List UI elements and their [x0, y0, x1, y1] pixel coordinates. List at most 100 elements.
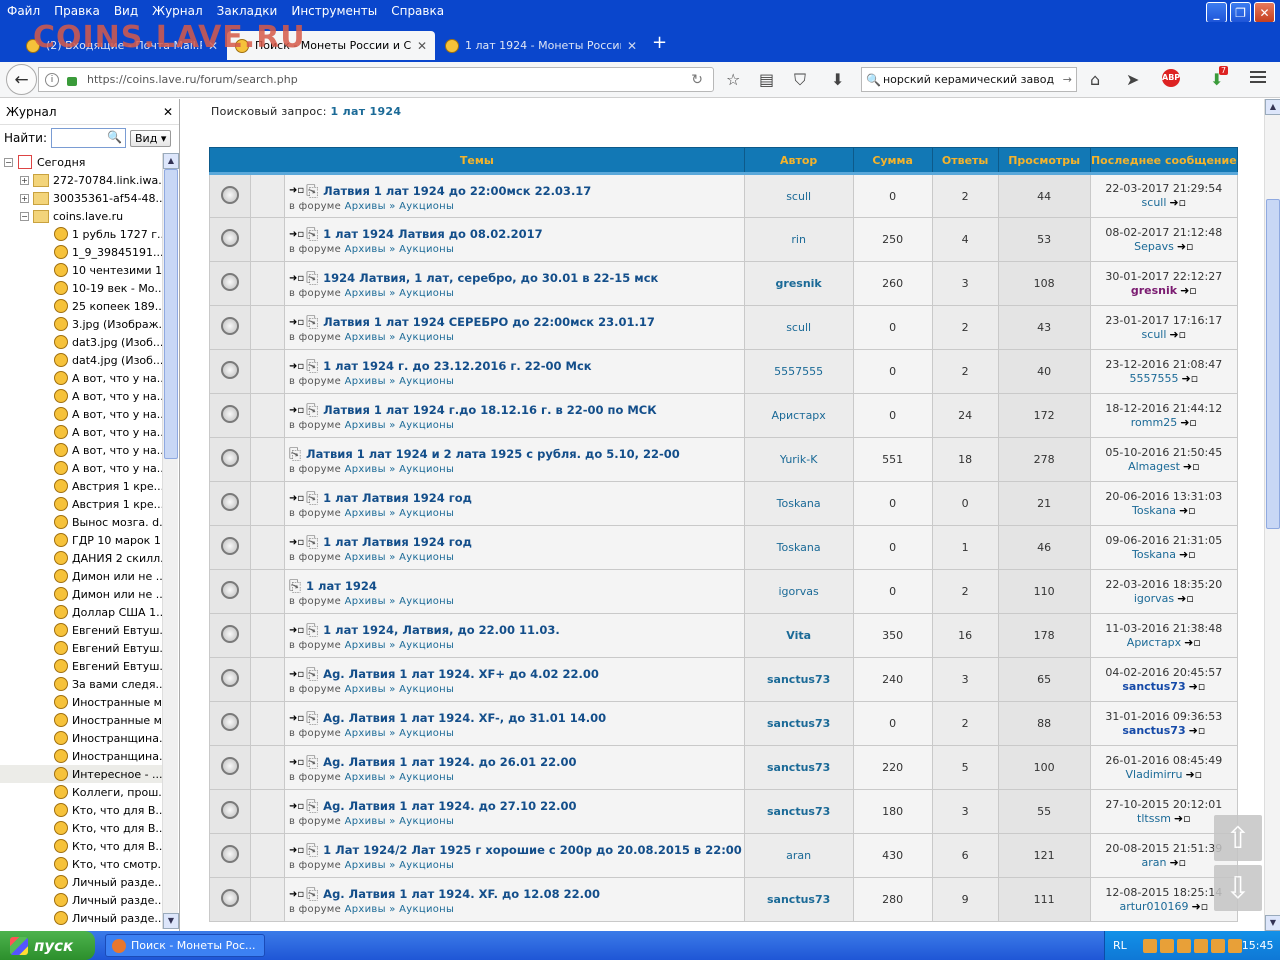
topic-title-link[interactable]: Ag. Латвия 1 лат 1924. XF+ до 4.02 22.00: [323, 667, 599, 681]
last-post-author[interactable]: tltssm: [1137, 812, 1171, 825]
scroll-up-icon[interactable]: ▲: [163, 153, 179, 169]
author-link[interactable]: scull: [743, 305, 854, 350]
go-to-post-icon[interactable]: ➜▫: [289, 713, 304, 724]
go-to-last-post-icon[interactable]: ➜▫: [1179, 504, 1196, 517]
history-item[interactable]: +30035361-af54-48...: [0, 189, 162, 207]
last-post-author[interactable]: artur010169: [1119, 900, 1188, 913]
topic-title-link[interactable]: 1 Лат 1924/2 Лат 1925 г хорошие с 200р д…: [323, 843, 742, 857]
menu-item[interactable]: Инструменты: [284, 4, 384, 18]
forum-link[interactable]: Архивы » Аукционы: [345, 596, 455, 607]
author-link[interactable]: gresnik: [743, 261, 854, 306]
author-link[interactable]: igorvas: [743, 569, 854, 614]
history-item[interactable]: − coins.lave.ru: [0, 207, 162, 225]
author-link[interactable]: 5557555: [743, 349, 854, 394]
find-input[interactable]: 🔍: [51, 128, 127, 148]
adblock-icon[interactable]: ABP: [1162, 69, 1180, 87]
scroll-up-icon[interactable]: ▲: [1265, 99, 1280, 115]
col-topics[interactable]: Темы: [209, 147, 745, 175]
forum-link[interactable]: Архивы » Аукционы: [345, 860, 455, 871]
tab-topic[interactable]: 1 лат 1924 - Монеты России... ✕: [437, 31, 645, 60]
go-to-post-icon[interactable]: ➜▫: [289, 669, 304, 680]
history-item[interactable]: 25 копеек 189...: [0, 297, 162, 315]
topic-title-link[interactable]: 1 лат 1924: [306, 579, 377, 593]
go-to-last-post-icon[interactable]: ➜▫: [1179, 548, 1196, 561]
history-item[interactable]: Личный разде...: [0, 891, 162, 909]
author-link[interactable]: sanctus73: [743, 657, 854, 702]
go-to-last-post-icon[interactable]: ➜▫: [1183, 460, 1200, 473]
go-to-last-post-icon[interactable]: ➜▫: [1185, 768, 1202, 781]
forum-link[interactable]: Архивы » Аукционы: [345, 552, 455, 563]
history-item[interactable]: dat4.jpg (Изоб...: [0, 351, 162, 369]
go-to-last-post-icon[interactable]: ➜▫: [1180, 284, 1197, 297]
bookmark-star-icon[interactable]: ☆: [726, 70, 740, 89]
topic-title-link[interactable]: 1 лат Латвия 1924 год: [323, 491, 472, 505]
close-tab-icon[interactable]: ✕: [208, 39, 218, 53]
go-to-post-icon[interactable]: ➜▫: [289, 537, 304, 548]
search-go-icon[interactable]: →: [1063, 73, 1072, 86]
last-post-author[interactable]: aran: [1141, 856, 1166, 869]
history-item[interactable]: ГДР 10 марок 1...: [0, 531, 162, 549]
minimize-button[interactable]: _: [1206, 2, 1227, 23]
tab-mail[interactable]: (2) Входящие - Почта Mail.Ru ✕: [18, 31, 226, 60]
menu-item[interactable]: Правка: [47, 4, 107, 18]
go-to-last-post-icon[interactable]: ➜▫: [1180, 416, 1197, 429]
menu-item[interactable]: Файл: [0, 4, 47, 18]
history-item[interactable]: А вот, что у на...: [0, 459, 162, 477]
reload-icon[interactable]: ↻: [691, 72, 703, 88]
topic-title-link[interactable]: Ag. Латвия 1 лат 1924. XF. до 12.08 22.0…: [323, 887, 600, 901]
forum-link[interactable]: Архивы » Аукционы: [345, 640, 455, 651]
author-link[interactable]: Аристарх: [743, 393, 854, 438]
history-item[interactable]: Австрия 1 кре...: [0, 477, 162, 495]
query-value[interactable]: 1 лат 1924: [331, 105, 402, 118]
go-to-last-post-icon[interactable]: ➜▫: [1192, 900, 1209, 913]
last-post-author[interactable]: igorvas: [1134, 592, 1174, 605]
author-link[interactable]: sanctus73: [743, 877, 854, 922]
view-button[interactable]: Вид ▾: [130, 129, 172, 147]
history-item[interactable]: А вот, что у на...: [0, 369, 162, 387]
history-item[interactable]: Иностранные м...: [0, 711, 162, 729]
topic-title-link[interactable]: 1 лат Латвия 1924 год: [323, 535, 472, 549]
go-to-post-icon[interactable]: ➜▫: [289, 229, 304, 240]
go-to-post-icon[interactable]: ➜▫: [289, 405, 304, 416]
author-link[interactable]: aran: [743, 833, 854, 878]
last-post-author[interactable]: 5557555: [1129, 372, 1178, 385]
author-link[interactable]: scull: [743, 173, 854, 218]
forum-link[interactable]: Архивы » Аукционы: [345, 684, 455, 695]
history-item[interactable]: Кто, что для В...: [0, 801, 162, 819]
scroll-down-icon[interactable]: ▼: [163, 913, 179, 929]
last-post-author[interactable]: scull: [1142, 328, 1167, 341]
tray-app-icon[interactable]: [1142, 938, 1157, 953]
scroll-down-arrow-icon[interactable]: ⇩: [1214, 865, 1262, 911]
tray-app-icon[interactable]: [1210, 938, 1225, 953]
go-to-post-icon[interactable]: ➜▫: [289, 845, 304, 856]
go-to-last-post-icon[interactable]: ➜▫: [1177, 592, 1194, 605]
menu-item[interactable]: Справка: [384, 4, 451, 18]
send-icon[interactable]: ➤: [1126, 70, 1139, 89]
history-item[interactable]: Иностранные м...: [0, 693, 162, 711]
forum-link[interactable]: Архивы » Аукционы: [345, 332, 455, 343]
history-item[interactable]: Димон или не ...: [0, 567, 162, 585]
taskbar-item-firefox[interactable]: Поиск - Монеты Рос...: [105, 934, 265, 957]
forum-link[interactable]: Архивы » Аукционы: [345, 816, 455, 827]
go-to-post-icon[interactable]: ➜▫: [289, 317, 304, 328]
go-to-post-icon[interactable]: ➜▫: [289, 625, 304, 636]
history-item[interactable]: dat3.jpg (Изоб...: [0, 333, 162, 351]
history-item[interactable]: А вот, что у на...: [0, 387, 162, 405]
history-item[interactable]: ДАНИЯ 2 скилл...: [0, 549, 162, 567]
last-post-author[interactable]: sanctus73: [1122, 680, 1185, 693]
forum-link[interactable]: Архивы » Аукционы: [345, 201, 455, 212]
language-indicator[interactable]: RL: [1113, 939, 1127, 952]
history-item[interactable]: 3.jpg (Изображ...: [0, 315, 162, 333]
history-item[interactable]: Интересное - ...: [0, 765, 162, 783]
author-link[interactable]: Toskana: [743, 481, 854, 526]
page-scrollbar[interactable]: ▲ ▼: [1264, 99, 1280, 931]
author-link[interactable]: sanctus73: [743, 701, 854, 746]
search-input[interactable]: 🔍 норский керамический завод →: [861, 67, 1077, 92]
close-tab-icon[interactable]: ✕: [627, 39, 637, 53]
history-item[interactable]: За вами следя...: [0, 675, 162, 693]
close-tab-icon[interactable]: ✕: [417, 39, 427, 53]
history-item[interactable]: 10 чентезими 1...: [0, 261, 162, 279]
history-item[interactable]: Личный разде...: [0, 873, 162, 891]
topic-title-link[interactable]: Ag. Латвия 1 лат 1924. до 26.01 22.00: [323, 755, 576, 769]
col-sum[interactable]: Сумма: [852, 147, 933, 175]
